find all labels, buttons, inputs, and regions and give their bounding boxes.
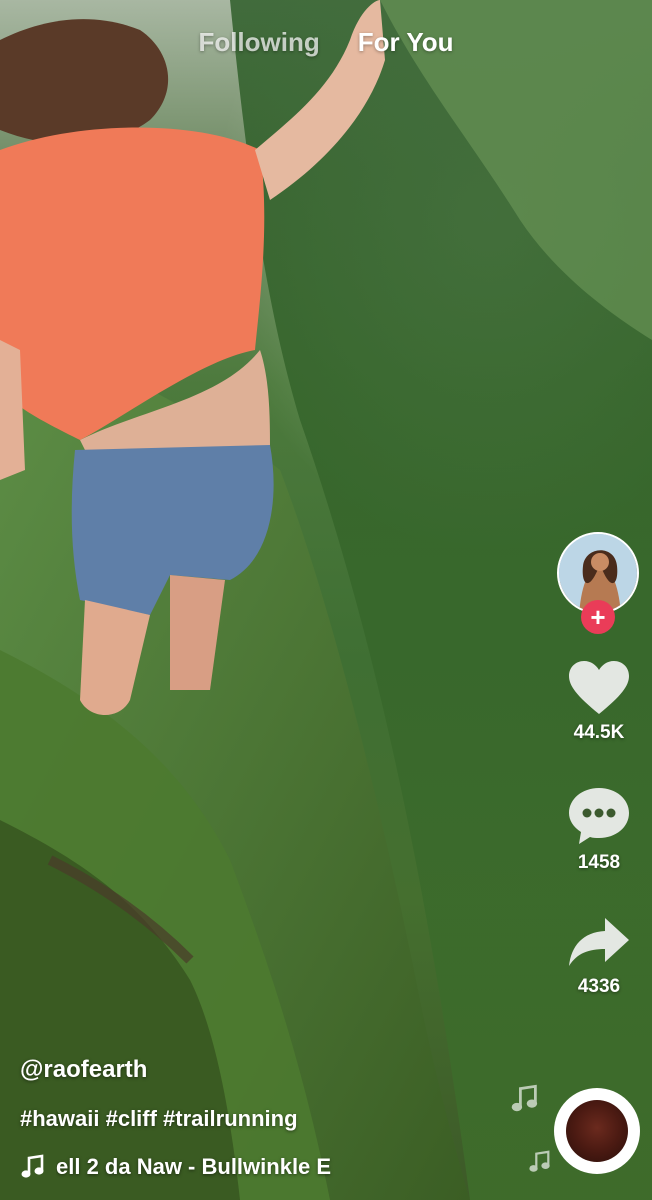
- like-count: 44.5K: [573, 722, 625, 743]
- post-caption[interactable]: #hawaii #cliff #trailrunning: [20, 1106, 520, 1132]
- like-button[interactable]: 44.5K: [567, 660, 631, 744]
- floating-note-icon: [529, 1150, 550, 1172]
- tab-following[interactable]: Following: [198, 27, 319, 58]
- comment-bubble-icon: [569, 788, 629, 844]
- heart-icon: [569, 661, 629, 714]
- share-count: 4336: [577, 976, 621, 997]
- action-rail: + 44.5K 1458 4336: [556, 530, 642, 998]
- tab-for-you[interactable]: For You: [358, 27, 454, 58]
- sound-row[interactable]: ell 2 da Naw - Bullwinkle E: [20, 1154, 520, 1180]
- video-scene: [0, 0, 652, 1200]
- floating-note-icon: [511, 1084, 538, 1112]
- music-disc-button[interactable]: [554, 1088, 640, 1174]
- share-arrow-icon: [569, 918, 629, 966]
- music-note-icon: [21, 1154, 44, 1178]
- comment-button[interactable]: 1458: [567, 786, 631, 874]
- share-button[interactable]: 4336: [567, 916, 631, 998]
- comment-count: 1458: [577, 852, 621, 873]
- creator-username[interactable]: @raofearth: [20, 1056, 520, 1084]
- creator-avatar-button[interactable]: +: [556, 530, 642, 634]
- feed-tabs: Following For You: [0, 22, 652, 62]
- music-disc-icon: [566, 1100, 628, 1162]
- video-background[interactable]: [0, 0, 652, 1200]
- post-info: @raofearth #hawaii #cliff #trailrunning …: [20, 1056, 520, 1180]
- follow-plus-icon[interactable]: +: [581, 600, 615, 634]
- sound-name[interactable]: ell 2 da Naw - Bullwinkle E: [56, 1154, 376, 1180]
